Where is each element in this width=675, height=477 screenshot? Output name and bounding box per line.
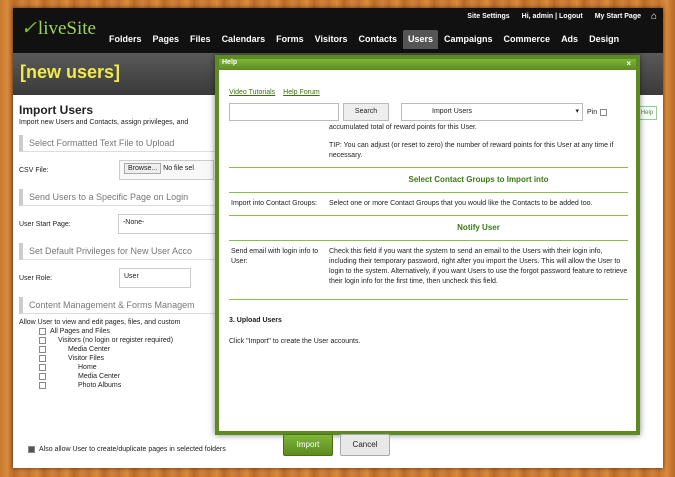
role-select[interactable]: User (119, 268, 191, 288)
tree-item[interactable]: Media Center (39, 373, 217, 380)
nav-calendars[interactable]: Calendars (217, 30, 271, 49)
start-page-link[interactable]: My Start Page (595, 13, 641, 20)
pin-option[interactable]: Pin (587, 108, 611, 116)
section-notify-user: Notify User (229, 216, 628, 241)
cancel-button[interactable]: Cancel (340, 434, 390, 456)
form-actions: Import Cancel (283, 434, 390, 456)
logo-text: liveSite (37, 18, 96, 39)
section-content-mgmt: Content Management & Forms Managem (19, 297, 217, 314)
section-start-page: Send Users to a Specific Page on Login (19, 189, 217, 206)
dialog-titlebar[interactable]: Help × (219, 59, 636, 70)
help-dialog: Help × Video Tutorials Help Forum Search … (215, 55, 640, 435)
greeting: Hi, admin (521, 13, 554, 20)
search-button[interactable]: Search (343, 103, 389, 121)
help-search-input[interactable] (229, 103, 339, 121)
main-nav: Folders Pages Files Calendars Forms Visi… (104, 30, 625, 49)
utility-links: Site Settings Hi, admin | Logout My Star… (467, 13, 641, 20)
home-icon[interactable]: ⌂ (651, 11, 657, 22)
dialog-title: Help (222, 59, 238, 66)
row-label: Import into Contact Groups: (231, 200, 317, 207)
tree-item[interactable]: All Pages and Files (39, 328, 217, 335)
nav-files[interactable]: Files (185, 30, 216, 49)
page-title: [new users] (20, 62, 121, 82)
tree-item[interactable]: Photo Albums (39, 382, 217, 389)
tree-item[interactable]: Media Center (39, 346, 217, 353)
checkbox[interactable] (39, 382, 46, 389)
dialog-body: Video Tutorials Help Forum Search Import… (229, 70, 628, 425)
row-desc: Check this field if you want the system … (329, 248, 628, 285)
nav-folders[interactable]: Folders (104, 30, 147, 49)
nav-design[interactable]: Design (584, 30, 624, 49)
checkbox[interactable] (39, 346, 46, 353)
checkbox[interactable] (39, 355, 46, 362)
row-label: Send email with login info to User: (231, 248, 319, 265)
import-form: Import Users Import new Users and Contac… (13, 95, 223, 389)
csv-file-input[interactable]: Browse... No file sel (119, 160, 214, 180)
pin-checkbox[interactable] (600, 108, 608, 116)
row-desc: Select one or more Contact Groups that y… (329, 200, 593, 207)
site-settings-link[interactable]: Site Settings (467, 13, 509, 20)
tree-item[interactable]: Visitor Files (39, 355, 217, 362)
checkbox[interactable] (39, 373, 46, 380)
top-bar: ✓liveSite Site Settings Hi, admin | Logo… (13, 8, 663, 53)
checkbox[interactable] (39, 328, 46, 335)
tree-item[interactable]: Visitors (no login or register required) (39, 337, 217, 344)
chevron-down-icon: ▾ (575, 108, 579, 115)
browse-button[interactable]: Browse... (124, 163, 162, 174)
also-allow-option[interactable]: Also allow User to create/duplicate page… (28, 446, 226, 453)
checkbox[interactable] (39, 337, 46, 344)
help-text: accumulated total of reward points for t… (329, 124, 477, 131)
csv-label: CSV File: (19, 166, 49, 174)
help-search: Search Import Users ▾ Pin (229, 103, 628, 121)
step-upload-title: 3. Upload Users (229, 317, 282, 324)
start-page-select[interactable]: -None- (117, 214, 217, 234)
nav-pages[interactable]: Pages (148, 30, 185, 49)
section-upload: Select Formatted Text File to Upload (19, 135, 217, 152)
nav-visitors[interactable]: Visitors (310, 30, 353, 49)
form-subtitle: Import new Users and Contacts, assign pr… (19, 119, 189, 126)
nav-ads[interactable]: Ads (556, 30, 583, 49)
logout-link[interactable]: Logout (559, 13, 583, 20)
help-tip: TIP: You can adjust (or reset to zero) t… (329, 142, 614, 159)
nav-campaigns[interactable]: Campaigns (439, 30, 498, 49)
checkbox[interactable] (39, 364, 46, 371)
form-heading: Import Users (19, 103, 94, 117)
topic-select[interactable]: Import Users ▾ (401, 103, 583, 121)
nav-contacts[interactable]: Contacts (353, 30, 402, 49)
allow-text: Allow User to view and edit pages, files… (19, 319, 181, 326)
nav-commerce[interactable]: Commerce (499, 30, 556, 49)
folder-tree: All Pages and Files Visitors (no login o… (39, 328, 217, 389)
tree-item[interactable]: Home (39, 364, 217, 371)
role-label: User Role: (19, 274, 53, 282)
help-forum-link[interactable]: Help Forum (283, 89, 320, 96)
import-button[interactable]: Import (283, 434, 333, 456)
logo[interactable]: ✓liveSite (21, 17, 96, 40)
step-upload-text: Click "Import" to create the User accoun… (229, 338, 361, 345)
also-allow-checkbox[interactable] (28, 446, 35, 453)
close-icon[interactable]: × (626, 59, 631, 68)
start-page-label: User Start Page: (19, 220, 71, 228)
video-tutorials-link[interactable]: Video Tutorials (229, 89, 275, 96)
nav-users[interactable]: Users (402, 30, 439, 49)
section-privileges: Set Default Privileges for New User Acco (19, 243, 217, 260)
nav-forms[interactable]: Forms (271, 30, 309, 49)
help-content: accumulated total of reward points for t… (229, 121, 628, 347)
no-file-text: No file sel (163, 165, 194, 172)
logo-v-icon: ✓ (21, 18, 37, 39)
section-contact-groups: Select Contact Groups to Import into (229, 168, 628, 193)
help-button[interactable]: Help (637, 106, 657, 120)
